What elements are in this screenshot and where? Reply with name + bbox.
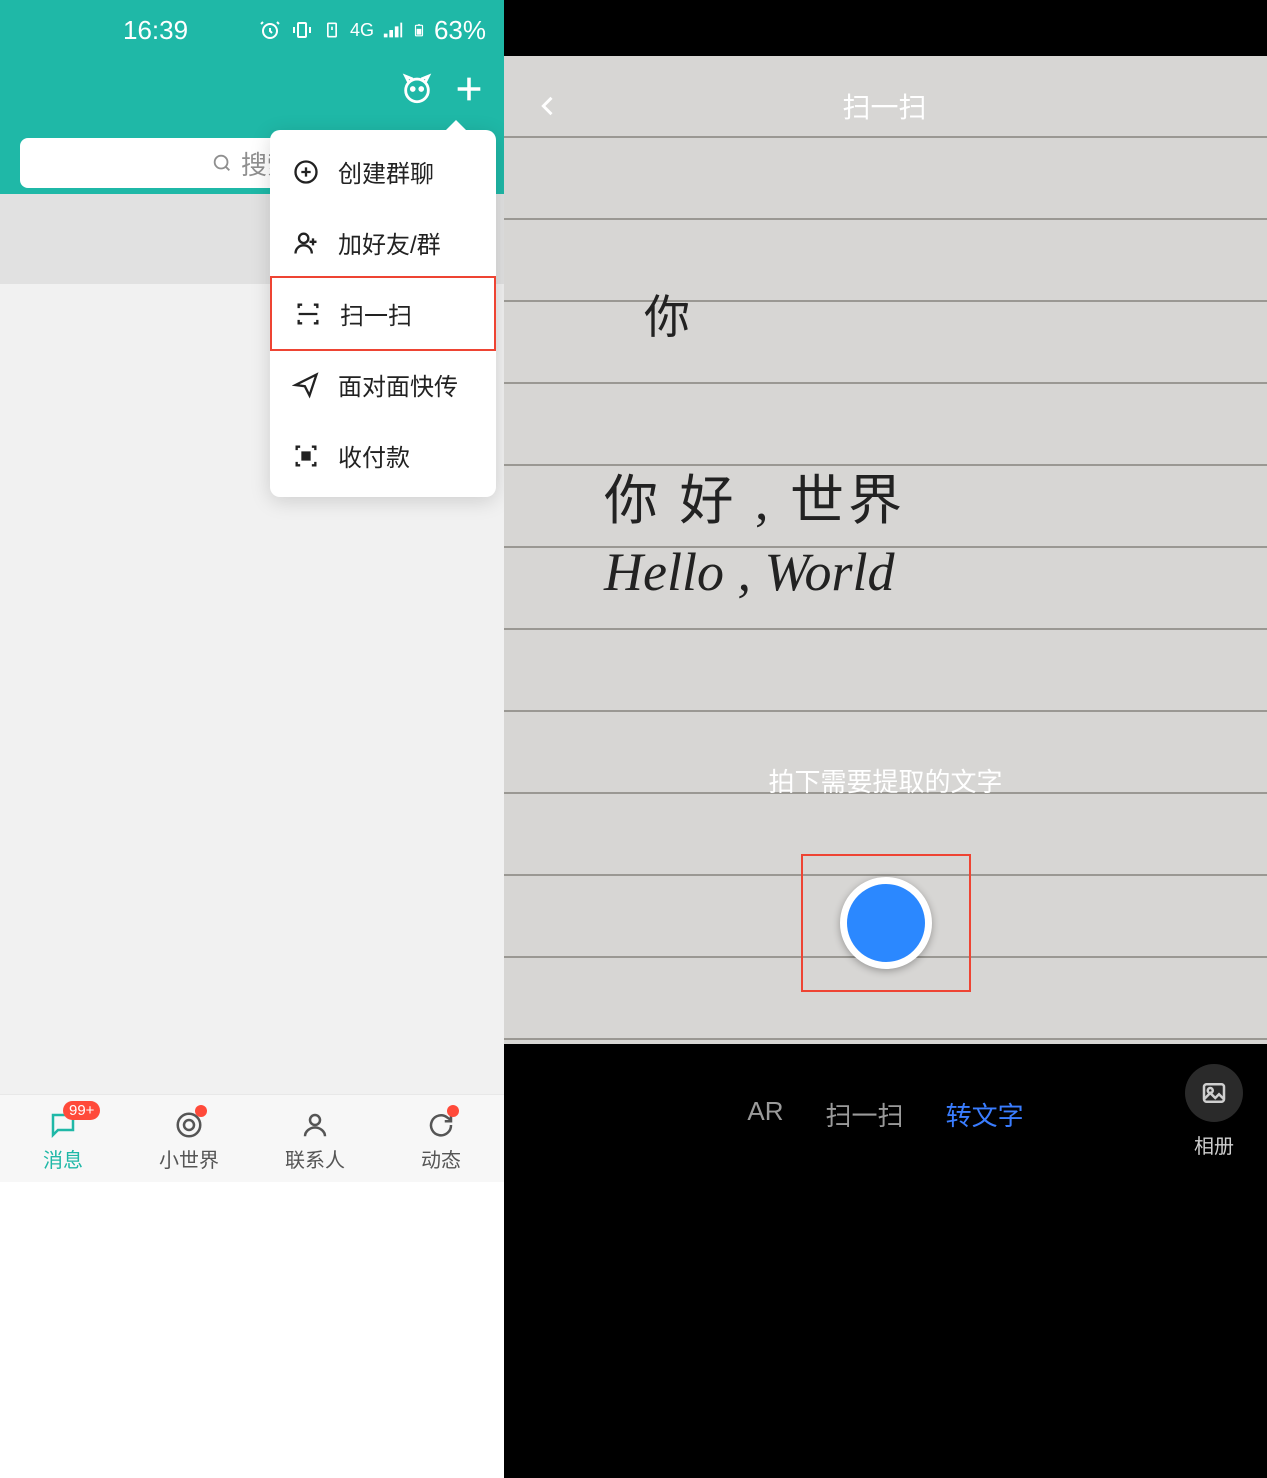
handwriting-line-2: Hello , World — [604, 541, 1267, 603]
mode-ar[interactable]: AR — [747, 1096, 783, 1133]
scan-title: 扫一扫 — [562, 86, 1237, 126]
menu-label: 加好友/群 — [338, 225, 441, 260]
menu-label: 扫一扫 — [340, 296, 412, 331]
signal-icon — [382, 19, 404, 41]
album-label: 相册 — [1194, 1136, 1234, 1158]
send-icon — [292, 371, 320, 399]
vibrate-icon — [290, 18, 314, 42]
handwriting-scribble: 你 — [644, 281, 1267, 347]
menu-scan[interactable]: 扫一扫 — [270, 276, 496, 351]
user-plus-icon — [292, 229, 320, 257]
plus-icon[interactable] — [452, 72, 486, 106]
chat-plus-icon — [292, 158, 320, 186]
cropped-whitespace — [0, 1182, 504, 1478]
unread-badge: 99+ — [63, 1101, 100, 1120]
tab-label: 小世界 — [159, 1144, 219, 1173]
header-bar — [0, 60, 504, 118]
scan-screen: 你 你 好 , 世界 Hello , World 扫一扫 拍下需要提取的文字 A… — [504, 0, 1267, 1478]
tab-trends[interactable]: 动态 — [378, 1095, 504, 1188]
scan-header: 扫一扫 — [504, 86, 1267, 126]
scan-icon — [294, 300, 322, 328]
menu-face-transfer[interactable]: 面对面快传 — [270, 349, 496, 420]
qq-home-screen: 16:39 4G 63% — [0, 0, 504, 1478]
cropped-black — [504, 1184, 1267, 1478]
mode-scan[interactable]: 扫一扫 — [826, 1096, 904, 1133]
alarm-icon — [258, 18, 282, 42]
menu-payment[interactable]: 收付款 — [270, 420, 496, 491]
tab-messages[interactable]: 99+ 消息 — [0, 1095, 126, 1188]
contacts-icon — [300, 1110, 330, 1140]
notification-dot — [447, 1105, 459, 1117]
scan-bottombar: AR 扫一扫 转文字 相册 — [504, 1044, 1267, 1184]
shutter-button[interactable] — [840, 877, 932, 969]
scan-hint: 拍下需要提取的文字 — [504, 762, 1267, 799]
scan-mode-tabs: AR 扫一扫 转文字 — [504, 1096, 1267, 1133]
qr-pay-icon — [292, 442, 320, 470]
search-icon — [211, 152, 233, 174]
battery-icon — [412, 18, 426, 42]
camera-viewport: 你 你 好 , 世界 Hello , World 扫一扫 拍下需要提取的文字 — [504, 56, 1267, 1044]
mode-ocr[interactable]: 转文字 — [946, 1096, 1024, 1133]
sim-icon — [322, 18, 342, 42]
album-button[interactable]: 相册 — [1185, 1064, 1243, 1159]
bottom-nav: 99+ 消息 小世界 联系人 动态 — [0, 1094, 504, 1188]
menu-label: 收付款 — [338, 438, 410, 473]
tab-contacts[interactable]: 联系人 — [252, 1095, 378, 1188]
menu-add-friend[interactable]: 加好友/群 — [270, 207, 496, 278]
album-icon — [1185, 1064, 1243, 1122]
back-icon[interactable] — [534, 92, 562, 120]
shutter-highlight — [801, 854, 971, 992]
tab-label: 联系人 — [285, 1144, 345, 1173]
status-bar: 16:39 4G 63% — [0, 0, 504, 60]
tab-label: 动态 — [421, 1144, 461, 1173]
menu-create-group[interactable]: 创建群聊 — [270, 136, 496, 207]
menu-label: 面对面快传 — [338, 367, 458, 402]
clock: 16:39 — [18, 15, 188, 46]
handwriting-line-1: 你 好 , 世界 — [604, 456, 1267, 535]
network-label: 4G — [350, 20, 374, 41]
scan-statusbar — [504, 0, 1267, 56]
tab-label: 消息 — [43, 1144, 83, 1173]
menu-label: 创建群聊 — [338, 154, 434, 189]
notification-dot — [195, 1105, 207, 1117]
plus-dropdown-menu: 创建群聊 加好友/群 扫一扫 面对面快传 收付款 — [270, 130, 496, 497]
battery-label: 63% — [434, 15, 486, 46]
tab-world[interactable]: 小世界 — [126, 1095, 252, 1188]
pet-icon[interactable] — [400, 72, 434, 106]
